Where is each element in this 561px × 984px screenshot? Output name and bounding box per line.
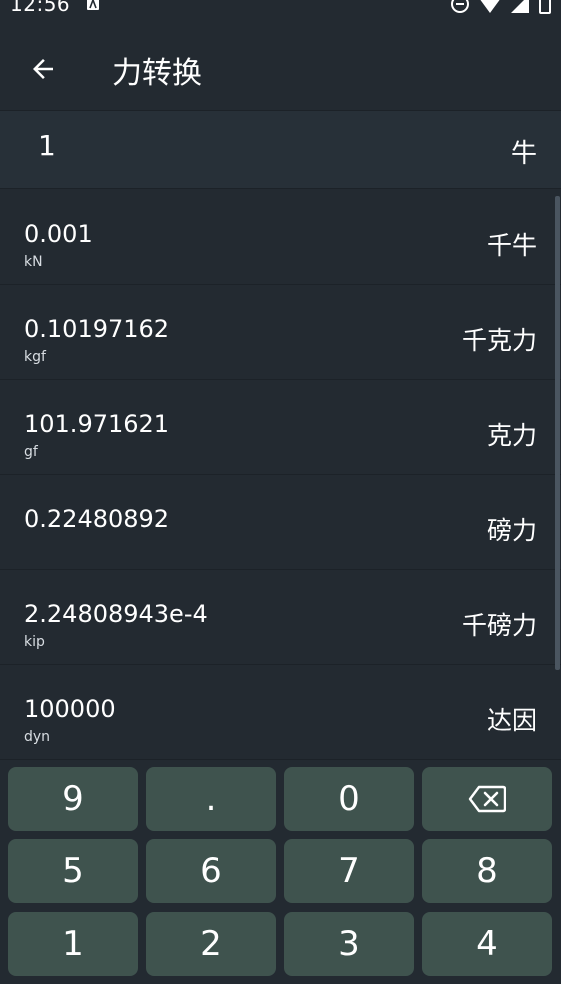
input-row[interactable]: 1 牛: [0, 110, 561, 189]
input-value[interactable]: 1: [38, 129, 56, 162]
key-3[interactable]: 3: [284, 912, 414, 976]
result-symbol: dyn: [24, 729, 51, 745]
result-row[interactable]: 2.24808943e-4 kip 千磅力: [0, 570, 561, 665]
result-symbol: kgf: [24, 349, 46, 365]
result-unit: 达因: [486, 706, 537, 735]
backspace-icon: [468, 785, 506, 813]
arrow-left-icon: [33, 59, 53, 79]
result-row[interactable]: 100000 dyn 达因: [0, 665, 561, 760]
page-title: 力转换: [112, 56, 202, 91]
result-value: 101.971621: [24, 410, 170, 438]
key-backspace[interactable]: [422, 767, 552, 831]
result-unit: 克力: [486, 421, 537, 450]
result-row[interactable]: 0.001 kN 千牛: [0, 190, 561, 285]
result-value: 0.001: [24, 220, 93, 248]
key-0[interactable]: 0: [284, 767, 414, 831]
result-symbol: gf: [24, 444, 38, 460]
dnd-icon: [451, 0, 469, 13]
key-7[interactable]: 7: [284, 839, 414, 903]
result-unit: 千牛: [486, 231, 537, 260]
result-value: 2.24808943e-4: [24, 600, 208, 628]
result-symbol: kip: [24, 634, 45, 650]
result-unit: 千克力: [461, 326, 537, 355]
converter-screen: 12:56 力转换 1 牛 0.001 kN 千牛 0.10197162 kgf…: [0, 0, 561, 984]
status-icons: [451, 0, 551, 14]
notification-icon: [86, 0, 100, 14]
key-8[interactable]: 8: [422, 839, 552, 903]
signal-icon: [511, 0, 529, 13]
result-symbol: kN: [24, 254, 43, 270]
results-list[interactable]: 0.001 kN 千牛 0.10197162 kgf 千克力 101.97162…: [0, 190, 561, 765]
result-value: 0.10197162: [24, 315, 170, 343]
status-bar: 12:56: [0, 0, 561, 14]
result-row[interactable]: 101.971621 gf 克力: [0, 380, 561, 475]
wifi-icon: [480, 0, 500, 13]
result-row[interactable]: 0.10197162 kgf 千克力: [0, 285, 561, 380]
key-9[interactable]: 9: [8, 767, 138, 831]
back-button[interactable]: [18, 44, 68, 94]
key-1[interactable]: 1: [8, 912, 138, 976]
key-2[interactable]: 2: [146, 912, 276, 976]
result-unit: 磅力: [486, 516, 537, 545]
battery-icon: [539, 0, 551, 14]
key-decimal[interactable]: .: [146, 767, 276, 831]
app-bar: 力转换: [0, 14, 561, 110]
input-unit-selector[interactable]: 牛: [511, 133, 537, 170]
result-unit: 千磅力: [461, 611, 537, 640]
status-time: 12:56: [10, 0, 71, 14]
key-5[interactable]: 5: [8, 839, 138, 903]
result-row[interactable]: 0.22480892 磅力: [0, 475, 561, 570]
keypad: 9 . 0 5 6 7 8 1 2 3 4: [0, 765, 561, 984]
key-6[interactable]: 6: [146, 839, 276, 903]
scrollbar[interactable]: [555, 196, 560, 670]
key-4[interactable]: 4: [422, 912, 552, 976]
result-value: 100000: [24, 695, 116, 723]
result-value: 0.22480892: [24, 505, 170, 533]
